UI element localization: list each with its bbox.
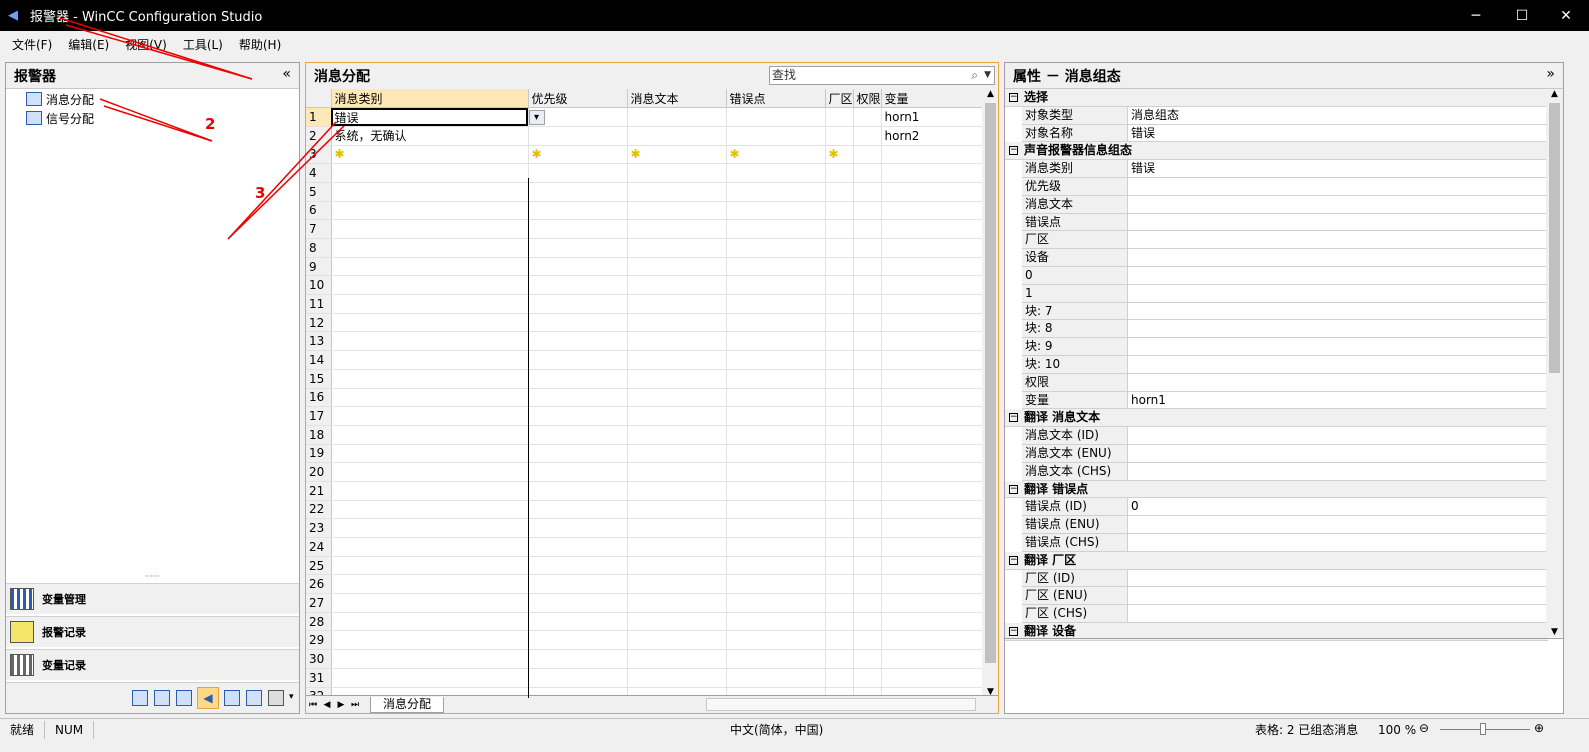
annotation-arrow-2 <box>99 98 213 142</box>
annotation-overlay <box>59 17 345 240</box>
annotation-label-2: 2 <box>205 115 216 133</box>
annotation-label-3: 3 <box>255 184 266 202</box>
annotation-arrow-3 <box>227 121 337 240</box>
annotation-arrow-1 <box>59 17 253 80</box>
